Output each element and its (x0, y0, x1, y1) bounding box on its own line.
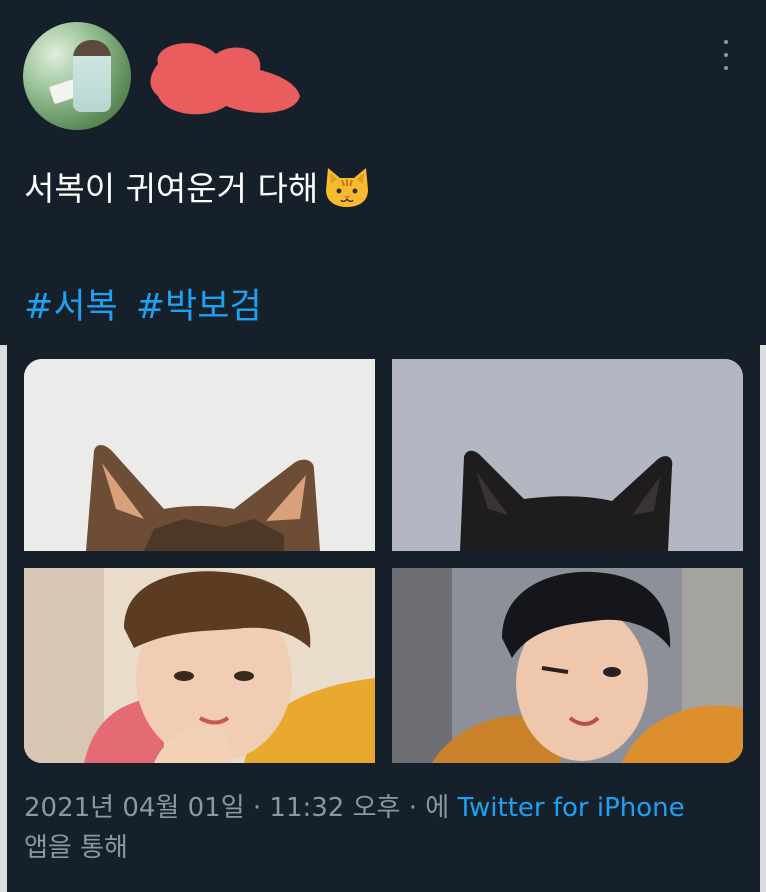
card-edge-left (0, 345, 7, 892)
media-photo-2[interactable] (392, 359, 743, 551)
tweet-timestamp: 2021년 04월 01일 · 11:32 오후 · 에 Twitter for… (24, 788, 744, 868)
card-edge-right (760, 345, 766, 892)
redaction-scribble (150, 43, 300, 115)
cat-face-emoji-icon (326, 168, 369, 207)
tweet-body: 서복이 귀여운거 다해 (24, 169, 319, 208)
profile-avatar[interactable] (23, 22, 131, 130)
media-grid (24, 359, 743, 763)
portrait-dark-hair-image (392, 568, 743, 763)
source-app-link[interactable]: Twitter for iPhone (457, 793, 684, 823)
media-photo-3[interactable] (24, 568, 375, 763)
avatar-figure (73, 40, 111, 112)
source-suffix: 앱을 통해 (24, 833, 128, 863)
hashtag-link[interactable]: #박보검 (136, 278, 262, 329)
tabby-cat-ears-image (24, 359, 375, 551)
black-cat-ears-image (392, 359, 743, 551)
tweet-text: 서복이 귀여운거 다해 (24, 162, 370, 210)
hashtag-link[interactable]: #서복 (24, 278, 118, 329)
more-options-icon[interactable] (718, 40, 734, 70)
hashtag-list: #서복 #박보검 (24, 278, 262, 329)
timestamp-text: 2021년 04월 01일 · 11:32 오후 · 에 (24, 793, 450, 823)
media-photo-4[interactable] (392, 568, 743, 763)
portrait-brown-hair-image (24, 568, 375, 763)
media-photo-1[interactable] (24, 359, 375, 551)
